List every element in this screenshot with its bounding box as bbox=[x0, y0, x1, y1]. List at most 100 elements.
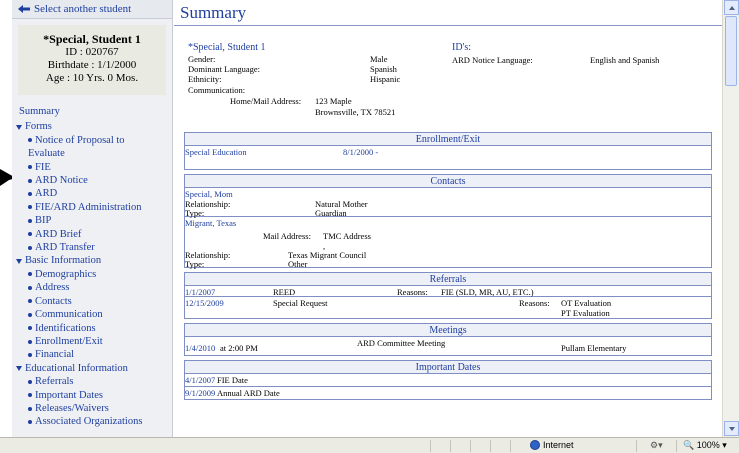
sidebar-nav: Summary Forms Notice of Proposal to Eval… bbox=[12, 105, 172, 429]
meeting-place: Pullam Elementary bbox=[561, 343, 627, 353]
scroll-thumb[interactable] bbox=[725, 16, 737, 86]
referral-reason-2: PT Evaluation bbox=[561, 308, 610, 318]
select-another-student-link[interactable]: Select another student bbox=[12, 0, 172, 19]
dominant-language-label: Dominant Language: bbox=[188, 64, 260, 74]
ids-label: ID's: bbox=[452, 42, 472, 53]
globe-icon bbox=[530, 440, 540, 450]
scroll-up-button[interactable] bbox=[724, 0, 739, 15]
important-date-row: 4/1/2007 FIE Date bbox=[185, 374, 711, 386]
ethnicity-label: Ethnicity: bbox=[188, 74, 222, 84]
chevron-down-icon: ▾ bbox=[722, 440, 727, 450]
enrollment-exit-panel: Enrollment/Exit Special Education 8/1/20… bbox=[184, 132, 712, 170]
sidebar-item-associated-organizations[interactable]: Associated Organizations bbox=[12, 415, 172, 428]
sidebar-item-label: Contacts bbox=[35, 295, 72, 307]
type-label: Type: bbox=[185, 259, 205, 269]
zoom-level: 100% bbox=[696, 440, 720, 450]
sidebar-item-label: FIE bbox=[35, 161, 51, 173]
referral-date: 1/1/2007 bbox=[185, 287, 216, 297]
sidebar-item-enrollment-exit[interactable]: Enrollment/Exit bbox=[12, 335, 172, 348]
sidebar-item-notice-of-proposal[interactable]: Notice of Proposal to Evaluate bbox=[12, 134, 162, 161]
sidebar-item-label: Identifications bbox=[35, 322, 96, 334]
enrollment-program: Special Education bbox=[185, 147, 247, 157]
status-divider bbox=[430, 440, 431, 452]
address-line-2: Brownsville, TX 78521 bbox=[315, 107, 396, 117]
sidebar-item-ard[interactable]: ARD bbox=[12, 187, 172, 200]
referrals-header: Referrals bbox=[185, 273, 711, 286]
sidebar-item-contacts[interactable]: Contacts bbox=[12, 295, 172, 308]
bullet-icon bbox=[28, 352, 32, 357]
student-birthdate: Birthdate : 1/1/2000 bbox=[47, 59, 137, 71]
ard-notice-language-label: ARD Notice Language: bbox=[452, 55, 533, 65]
status-bar: Internet ⚙▾ 🔍 100% ▾ bbox=[0, 437, 739, 453]
meeting-kind: ARD Committee Meeting bbox=[357, 338, 446, 348]
scroll-down-button[interactable] bbox=[724, 421, 739, 436]
important-dates-header: Important Dates bbox=[185, 361, 711, 374]
bullet-icon bbox=[28, 419, 32, 424]
sidebar-item-important-dates[interactable]: Important Dates bbox=[12, 389, 172, 402]
sidebar-item-financial[interactable]: Financial bbox=[12, 348, 172, 361]
status-divider bbox=[636, 440, 637, 452]
sidebar-item-label: Releases/Waivers bbox=[35, 402, 109, 414]
meetings-panel: Meetings 1/4/2010 at 2:00 PM ARD Committ… bbox=[184, 323, 712, 356]
sidebar-item-releases-waivers[interactable]: Releases/Waivers bbox=[12, 402, 172, 415]
enrollment-date: 8/1/2000 - bbox=[343, 147, 379, 157]
sidebar-item-fie-ard-administration[interactable]: FIE/ARD Administration bbox=[12, 201, 172, 214]
important-date-label: FIE Date bbox=[217, 375, 248, 385]
referral-reasons-label: Reasons: bbox=[397, 287, 428, 297]
referrals-panel: Referrals 1/1/2007 REED Reasons: FIE (SL… bbox=[184, 272, 712, 319]
sidebar-item-bip[interactable]: BIP bbox=[12, 214, 172, 227]
sidebar-item-label: FIE/ARD Administration bbox=[35, 201, 142, 213]
bullet-icon bbox=[28, 232, 32, 237]
sidebar-item-label: Financial bbox=[35, 349, 75, 361]
main-content: Summary *Special, Student 1 Gender: Male… bbox=[174, 0, 722, 437]
sidebar-item-communication[interactable]: Communication bbox=[12, 308, 172, 321]
sidebar-item-referrals[interactable]: Referrals bbox=[12, 375, 172, 388]
sidebar-item-label: ARD Transfer bbox=[35, 242, 95, 254]
contacts-header: Contacts bbox=[185, 175, 711, 188]
student-info-block: *Special, Student 1 Gender: Male Dominan… bbox=[174, 26, 722, 126]
sidebar-item-label: Associated Organizations bbox=[35, 416, 143, 428]
status-divider bbox=[450, 440, 451, 452]
sidebar-item-label: Important Dates bbox=[35, 389, 103, 401]
bullet-icon bbox=[28, 285, 32, 290]
sidebar-section-educational-information[interactable]: Educational Information bbox=[12, 362, 172, 375]
sidebar-item-summary[interactable]: Summary bbox=[12, 105, 172, 118]
sidebar-item-demographics[interactable]: Demographics bbox=[12, 268, 172, 281]
status-divider bbox=[676, 440, 677, 452]
sidebar-item-label: ARD bbox=[35, 188, 58, 200]
important-date: 4/1/2007 bbox=[185, 375, 216, 385]
sidebar-item-label: ARD Notice bbox=[35, 175, 88, 187]
enrollment-row: Special Education 8/1/2000 - bbox=[185, 146, 711, 159]
status-divider bbox=[490, 440, 491, 452]
expand-triangle-icon bbox=[16, 365, 22, 371]
important-date: 9/1/2009 bbox=[185, 388, 216, 398]
sidebar-item-address[interactable]: Address bbox=[12, 281, 172, 294]
sidebar-section-basic-information[interactable]: Basic Information bbox=[12, 254, 172, 267]
sidebar-item-ard-transfer[interactable]: ARD Transfer bbox=[12, 241, 172, 254]
sidebar-item-label: Address bbox=[35, 282, 70, 294]
vertical-scrollbar[interactable] bbox=[722, 0, 739, 437]
mail-address-label: Mail Address: bbox=[263, 231, 311, 241]
sidebar-item-identifications[interactable]: Identifications bbox=[12, 322, 172, 335]
communication-label: Communication: bbox=[188, 85, 246, 95]
sidebar-item-ard-notice[interactable]: ARD Notice bbox=[12, 174, 172, 187]
sidebar-section-label: Forms bbox=[25, 121, 52, 133]
zoom-control[interactable]: 🔍 100% ▾ bbox=[683, 440, 727, 451]
referral-reasons: FIE (SLD, MR, AU, ETC.) bbox=[441, 287, 534, 297]
zoom-icon: 🔍 bbox=[683, 440, 695, 450]
protected-mode-icon[interactable]: ⚙▾ bbox=[650, 440, 663, 451]
meeting-row: 1/4/2010 at 2:00 PM ARD Committee Meetin… bbox=[185, 337, 711, 355]
sidebar-item-ard-brief[interactable]: ARD Brief bbox=[12, 228, 172, 241]
sidebar-item-fie[interactable]: FIE bbox=[12, 161, 172, 174]
sidebar-section-forms[interactable]: Forms bbox=[12, 120, 172, 133]
contacts-panel: Contacts Special, Mom Relationship: Natur… bbox=[184, 174, 712, 269]
referral-row: 1/1/2007 REED Reasons: FIE (SLD, MR, AU,… bbox=[185, 286, 711, 297]
bullet-icon bbox=[28, 245, 32, 250]
bullet-icon bbox=[28, 192, 32, 197]
select-another-student-label: Select another student bbox=[34, 3, 132, 15]
mail-address-value: TMC Address bbox=[323, 231, 371, 241]
info-student-name: *Special, Student 1 bbox=[188, 42, 266, 53]
sidebar-item-label: Demographics bbox=[35, 268, 97, 280]
gender-value: Male bbox=[370, 54, 388, 64]
bullet-icon bbox=[28, 218, 32, 223]
